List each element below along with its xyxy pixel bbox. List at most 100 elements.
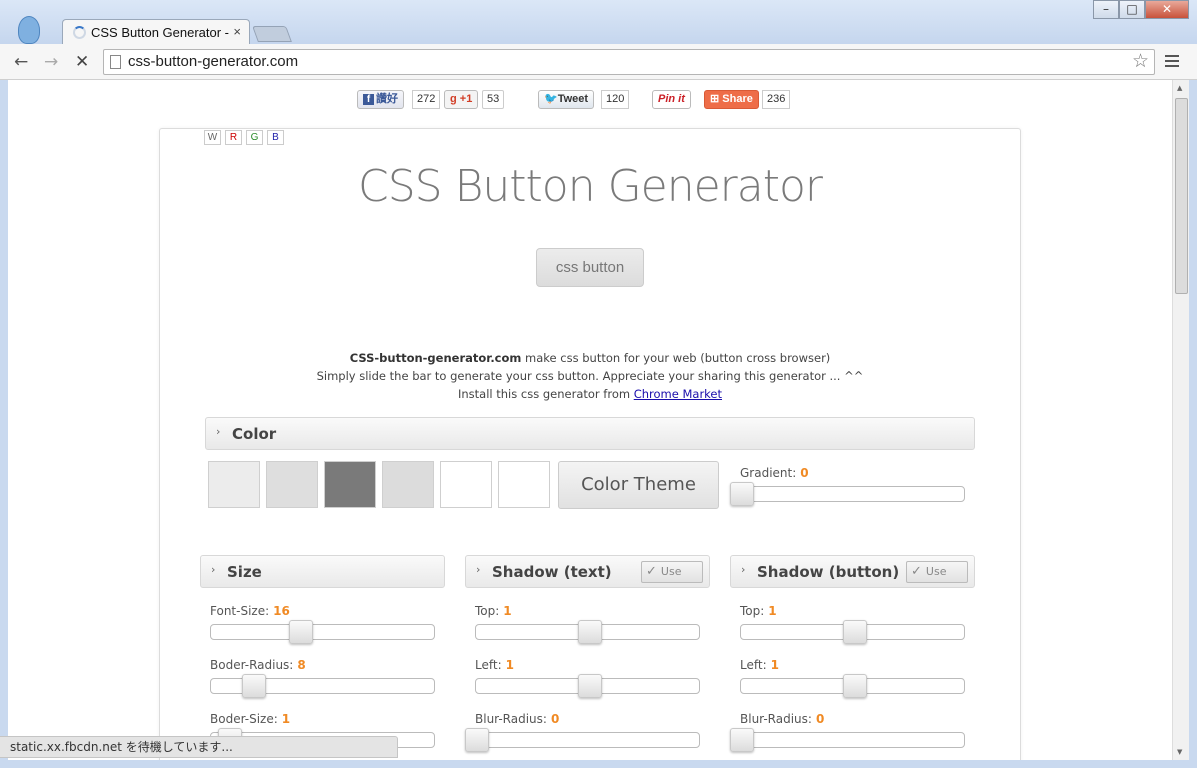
window-controls: – □ ✕	[1093, 0, 1189, 19]
facebook-icon: f	[363, 94, 374, 105]
theme-green[interactable]: G	[246, 130, 263, 145]
color-panel-header[interactable]: › Color	[205, 417, 975, 450]
theme-blue[interactable]: B	[267, 130, 284, 145]
theme-red[interactable]: R	[225, 130, 242, 145]
back-arrow-icon[interactable]: ←	[14, 52, 28, 72]
text-shadow-top-label: Top: 1	[475, 604, 512, 618]
text-shadow-top-control: Top: 1	[475, 604, 701, 650]
browser-tab[interactable]: CSS Button Generator - ×	[62, 19, 250, 45]
button-shadow-use-label: Use	[925, 565, 947, 578]
button-shadow-top-control: Top: 1	[740, 604, 966, 650]
chrome-logo-icon	[18, 16, 40, 44]
desc-line3: Install this css generator from	[457, 387, 634, 401]
border-radius-slider-handle[interactable]	[242, 674, 266, 698]
color-swatch-2[interactable]	[266, 461, 318, 508]
button-shadow-left-slider-handle[interactable]	[843, 674, 867, 698]
new-tab-button[interactable]	[252, 26, 292, 42]
size-panel-title: Size	[227, 563, 262, 581]
text-shadow-blur-slider-handle[interactable]	[465, 728, 489, 752]
button-shadow-top-label: Top: 1	[740, 604, 777, 618]
facebook-count: 272	[412, 90, 441, 109]
text-shadow-top-slider-handle[interactable]	[578, 620, 602, 644]
color-swatch-1[interactable]	[208, 461, 260, 508]
color-swatch-6[interactable]	[498, 461, 550, 508]
gplus-icon: g	[450, 93, 457, 105]
color-panel-title: Color	[232, 425, 277, 443]
button-shadow-panel-title: Shadow (button)	[757, 563, 900, 581]
pinterest-button[interactable]: Pin it	[652, 90, 691, 109]
button-shadow-left-control: Left: 1	[740, 658, 966, 704]
tab-close-icon[interactable]: ×	[233, 24, 241, 39]
button-shadow-use-toggle[interactable]: ✓ Use	[906, 561, 968, 583]
url-text[interactable]: css-button-generator.com	[128, 53, 298, 70]
window-titlebar: CSS Button Generator - × – □ ✕	[0, 0, 1197, 45]
button-shadow-left-value: 1	[770, 658, 779, 672]
maximize-button[interactable]: □	[1119, 0, 1145, 19]
minimize-button[interactable]: –	[1093, 0, 1119, 19]
plus-icon: ⊞	[710, 93, 720, 105]
button-shadow-blur-control: Blur-Radius: 0	[730, 712, 966, 758]
chrome-market-link[interactable]: Chrome Market	[634, 387, 722, 401]
vertical-scrollbar[interactable]: ▲ ▼	[1172, 80, 1189, 760]
facebook-like-button[interactable]: f 讚好	[357, 90, 404, 109]
border-radius-control: Boder-Radius: 8	[210, 658, 436, 704]
button-shadow-panel-header[interactable]: › Shadow (button) ✓ Use	[730, 555, 975, 588]
button-shadow-top-slider-handle[interactable]	[843, 620, 867, 644]
description: CSS-button-generator.com make css button…	[160, 349, 1020, 403]
share-button[interactable]: ⊞ Share	[704, 90, 759, 109]
page-icon	[110, 55, 121, 69]
gradient-label: Gradient: 0	[740, 466, 809, 480]
page-title: CSS Button Generator	[358, 161, 823, 212]
tweet-button[interactable]: 🐦Tweet	[538, 90, 595, 109]
address-bar[interactable]: css-button-generator.com ☆	[103, 49, 1155, 75]
menu-icon[interactable]	[1165, 55, 1179, 70]
button-shadow-left-label: Left: 1	[740, 658, 779, 672]
button-shadow-blur-label: Blur-Radius: 0	[740, 712, 825, 726]
tab-title: CSS Button Generator -	[91, 25, 229, 40]
border-size-label: Boder-Size: 1	[210, 712, 291, 726]
forward-arrow-icon[interactable]: →	[44, 52, 58, 72]
color-theme-button[interactable]: Color Theme	[558, 461, 719, 509]
share-count: 236	[762, 90, 791, 109]
text-shadow-use-toggle[interactable]: ✓ Use	[641, 561, 703, 583]
color-swatch-3[interactable]	[324, 461, 376, 508]
scrollbar-thumb[interactable]	[1175, 98, 1188, 294]
button-shadow-blur-slider-handle[interactable]	[730, 728, 754, 752]
close-window-button[interactable]: ✕	[1145, 0, 1189, 19]
font-size-slider[interactable]	[210, 624, 435, 640]
bookmark-star-icon[interactable]: ☆	[1132, 50, 1149, 72]
checkmark-icon: ✓	[911, 564, 922, 579]
gplus-button[interactable]: g +1	[444, 90, 479, 109]
stop-loading-icon[interactable]: ✕	[75, 52, 89, 72]
preview-css-button[interactable]: css button	[536, 248, 644, 287]
button-shadow-blur-slider[interactable]	[740, 732, 965, 748]
text-shadow-blur-label: Blur-Radius: 0	[475, 712, 560, 726]
text-shadow-left-label: Left: 1	[475, 658, 514, 672]
scroll-up-icon[interactable]: ▲	[1177, 84, 1182, 92]
gradient-slider[interactable]	[740, 486, 965, 502]
checkmark-icon: ✓	[646, 564, 657, 579]
color-swatch-5[interactable]	[440, 461, 492, 508]
chevron-right-icon: ›	[211, 563, 216, 576]
loading-spinner-icon	[73, 26, 86, 39]
gradient-slider-handle[interactable]	[730, 482, 754, 506]
tweet-count: 120	[601, 90, 630, 109]
text-shadow-blur-slider[interactable]	[475, 732, 700, 748]
scroll-down-icon[interactable]: ▼	[1177, 748, 1182, 756]
font-size-slider-handle[interactable]	[289, 620, 313, 644]
text-shadow-left-slider-handle[interactable]	[578, 674, 602, 698]
browser-toolbar: ← → ✕ css-button-generator.com ☆	[0, 44, 1197, 80]
text-shadow-panel-header[interactable]: › Shadow (text) ✓ Use	[465, 555, 710, 588]
generator-card: W R G B CSS Button Generator css button …	[159, 128, 1021, 760]
color-swatch-4[interactable]	[382, 461, 434, 508]
button-shadow-blur-value: 0	[815, 712, 825, 726]
chevron-right-icon: ›	[476, 563, 481, 576]
theme-white[interactable]: W	[204, 130, 221, 145]
font-size-label: Font-Size: 16	[210, 604, 290, 618]
theme-picker: W R G B	[204, 130, 284, 145]
gplus-label: +1	[459, 93, 473, 105]
text-shadow-panel-title: Shadow (text)	[492, 563, 612, 581]
size-panel-header[interactable]: › Size	[200, 555, 445, 588]
text-shadow-blur-control: Blur-Radius: 0	[465, 712, 701, 758]
tweet-label: Tweet	[557, 93, 589, 105]
